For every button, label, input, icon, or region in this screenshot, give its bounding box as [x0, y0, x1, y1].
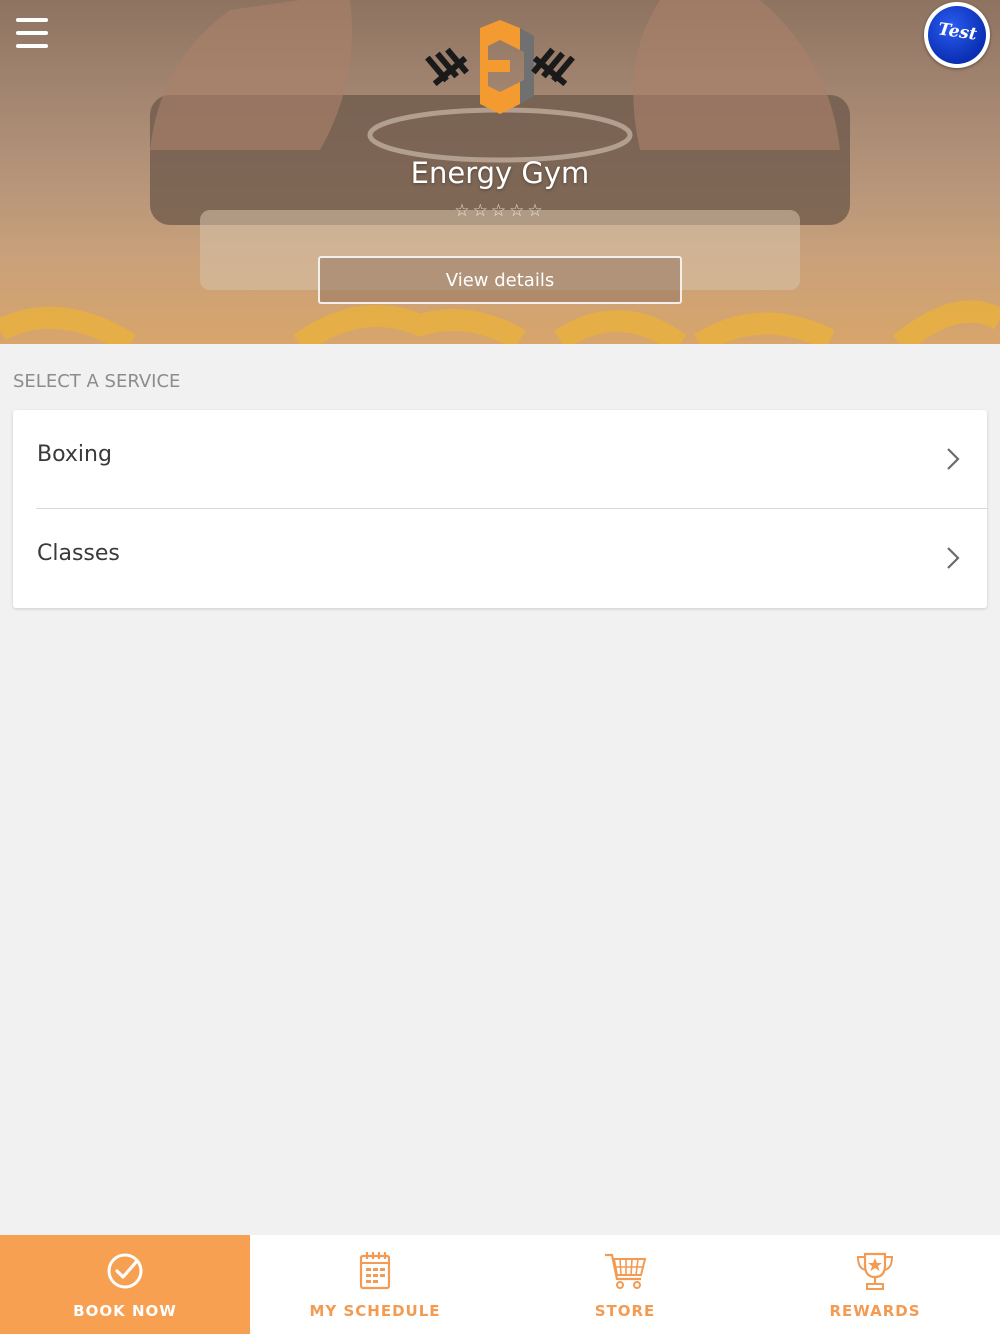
- service-item-classes[interactable]: Classes: [13, 509, 987, 608]
- calendar-icon: [359, 1252, 391, 1290]
- bottom-nav: BOOK NOW MY SCHEDULE STORE REWARDS: [0, 1235, 1000, 1334]
- gym-name: Energy Gym: [410, 156, 590, 190]
- service-label: Boxing: [37, 442, 112, 467]
- tab-label: MY SCHEDULE: [309, 1302, 441, 1320]
- tab-my-schedule[interactable]: MY SCHEDULE: [250, 1235, 500, 1334]
- tab-rewards[interactable]: REWARDS: [750, 1235, 1000, 1334]
- shopping-cart-icon: [605, 1253, 647, 1289]
- check-circle-icon: [107, 1253, 143, 1289]
- avatar-text: Test: [936, 19, 978, 45]
- menu-icon[interactable]: [16, 18, 48, 48]
- view-details-button[interactable]: View details: [318, 256, 682, 304]
- chevron-right-icon: [947, 448, 960, 470]
- energy-gym-logo: [425, 20, 575, 114]
- tab-store[interactable]: STORE: [500, 1235, 750, 1334]
- header-banner: Test Energy Gym ☆☆☆☆☆ View details: [0, 0, 1000, 344]
- service-label: Classes: [37, 541, 120, 566]
- service-item-boxing[interactable]: Boxing: [13, 410, 987, 509]
- section-title: SELECT A SERVICE: [13, 371, 181, 392]
- tab-label: BOOK NOW: [73, 1302, 177, 1320]
- tab-label: STORE: [594, 1302, 656, 1320]
- rating-stars: ☆☆☆☆☆: [454, 201, 546, 221]
- chevron-right-icon: [947, 547, 960, 569]
- tab-label: REWARDS: [829, 1302, 921, 1320]
- tab-book-now[interactable]: BOOK NOW: [0, 1235, 250, 1334]
- service-list: Boxing Classes: [13, 410, 987, 608]
- trophy-icon: [856, 1252, 894, 1290]
- user-avatar[interactable]: Test: [924, 2, 990, 68]
